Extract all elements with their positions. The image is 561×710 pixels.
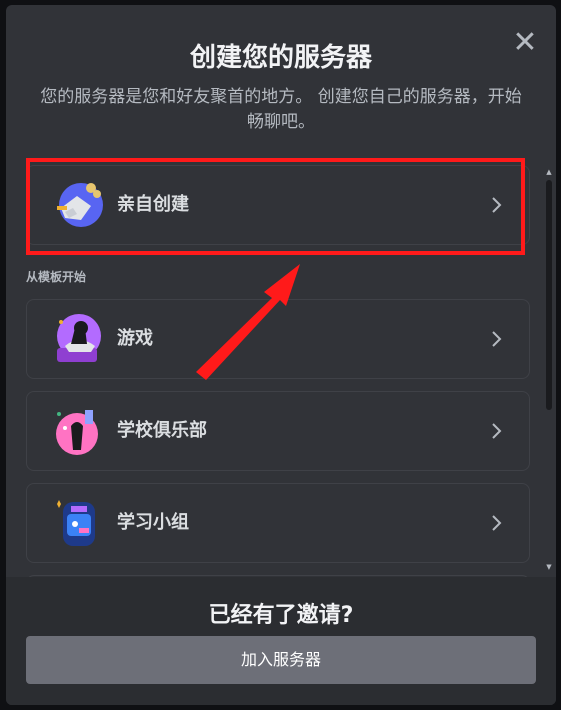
annotation-arrow [196,264,300,380]
